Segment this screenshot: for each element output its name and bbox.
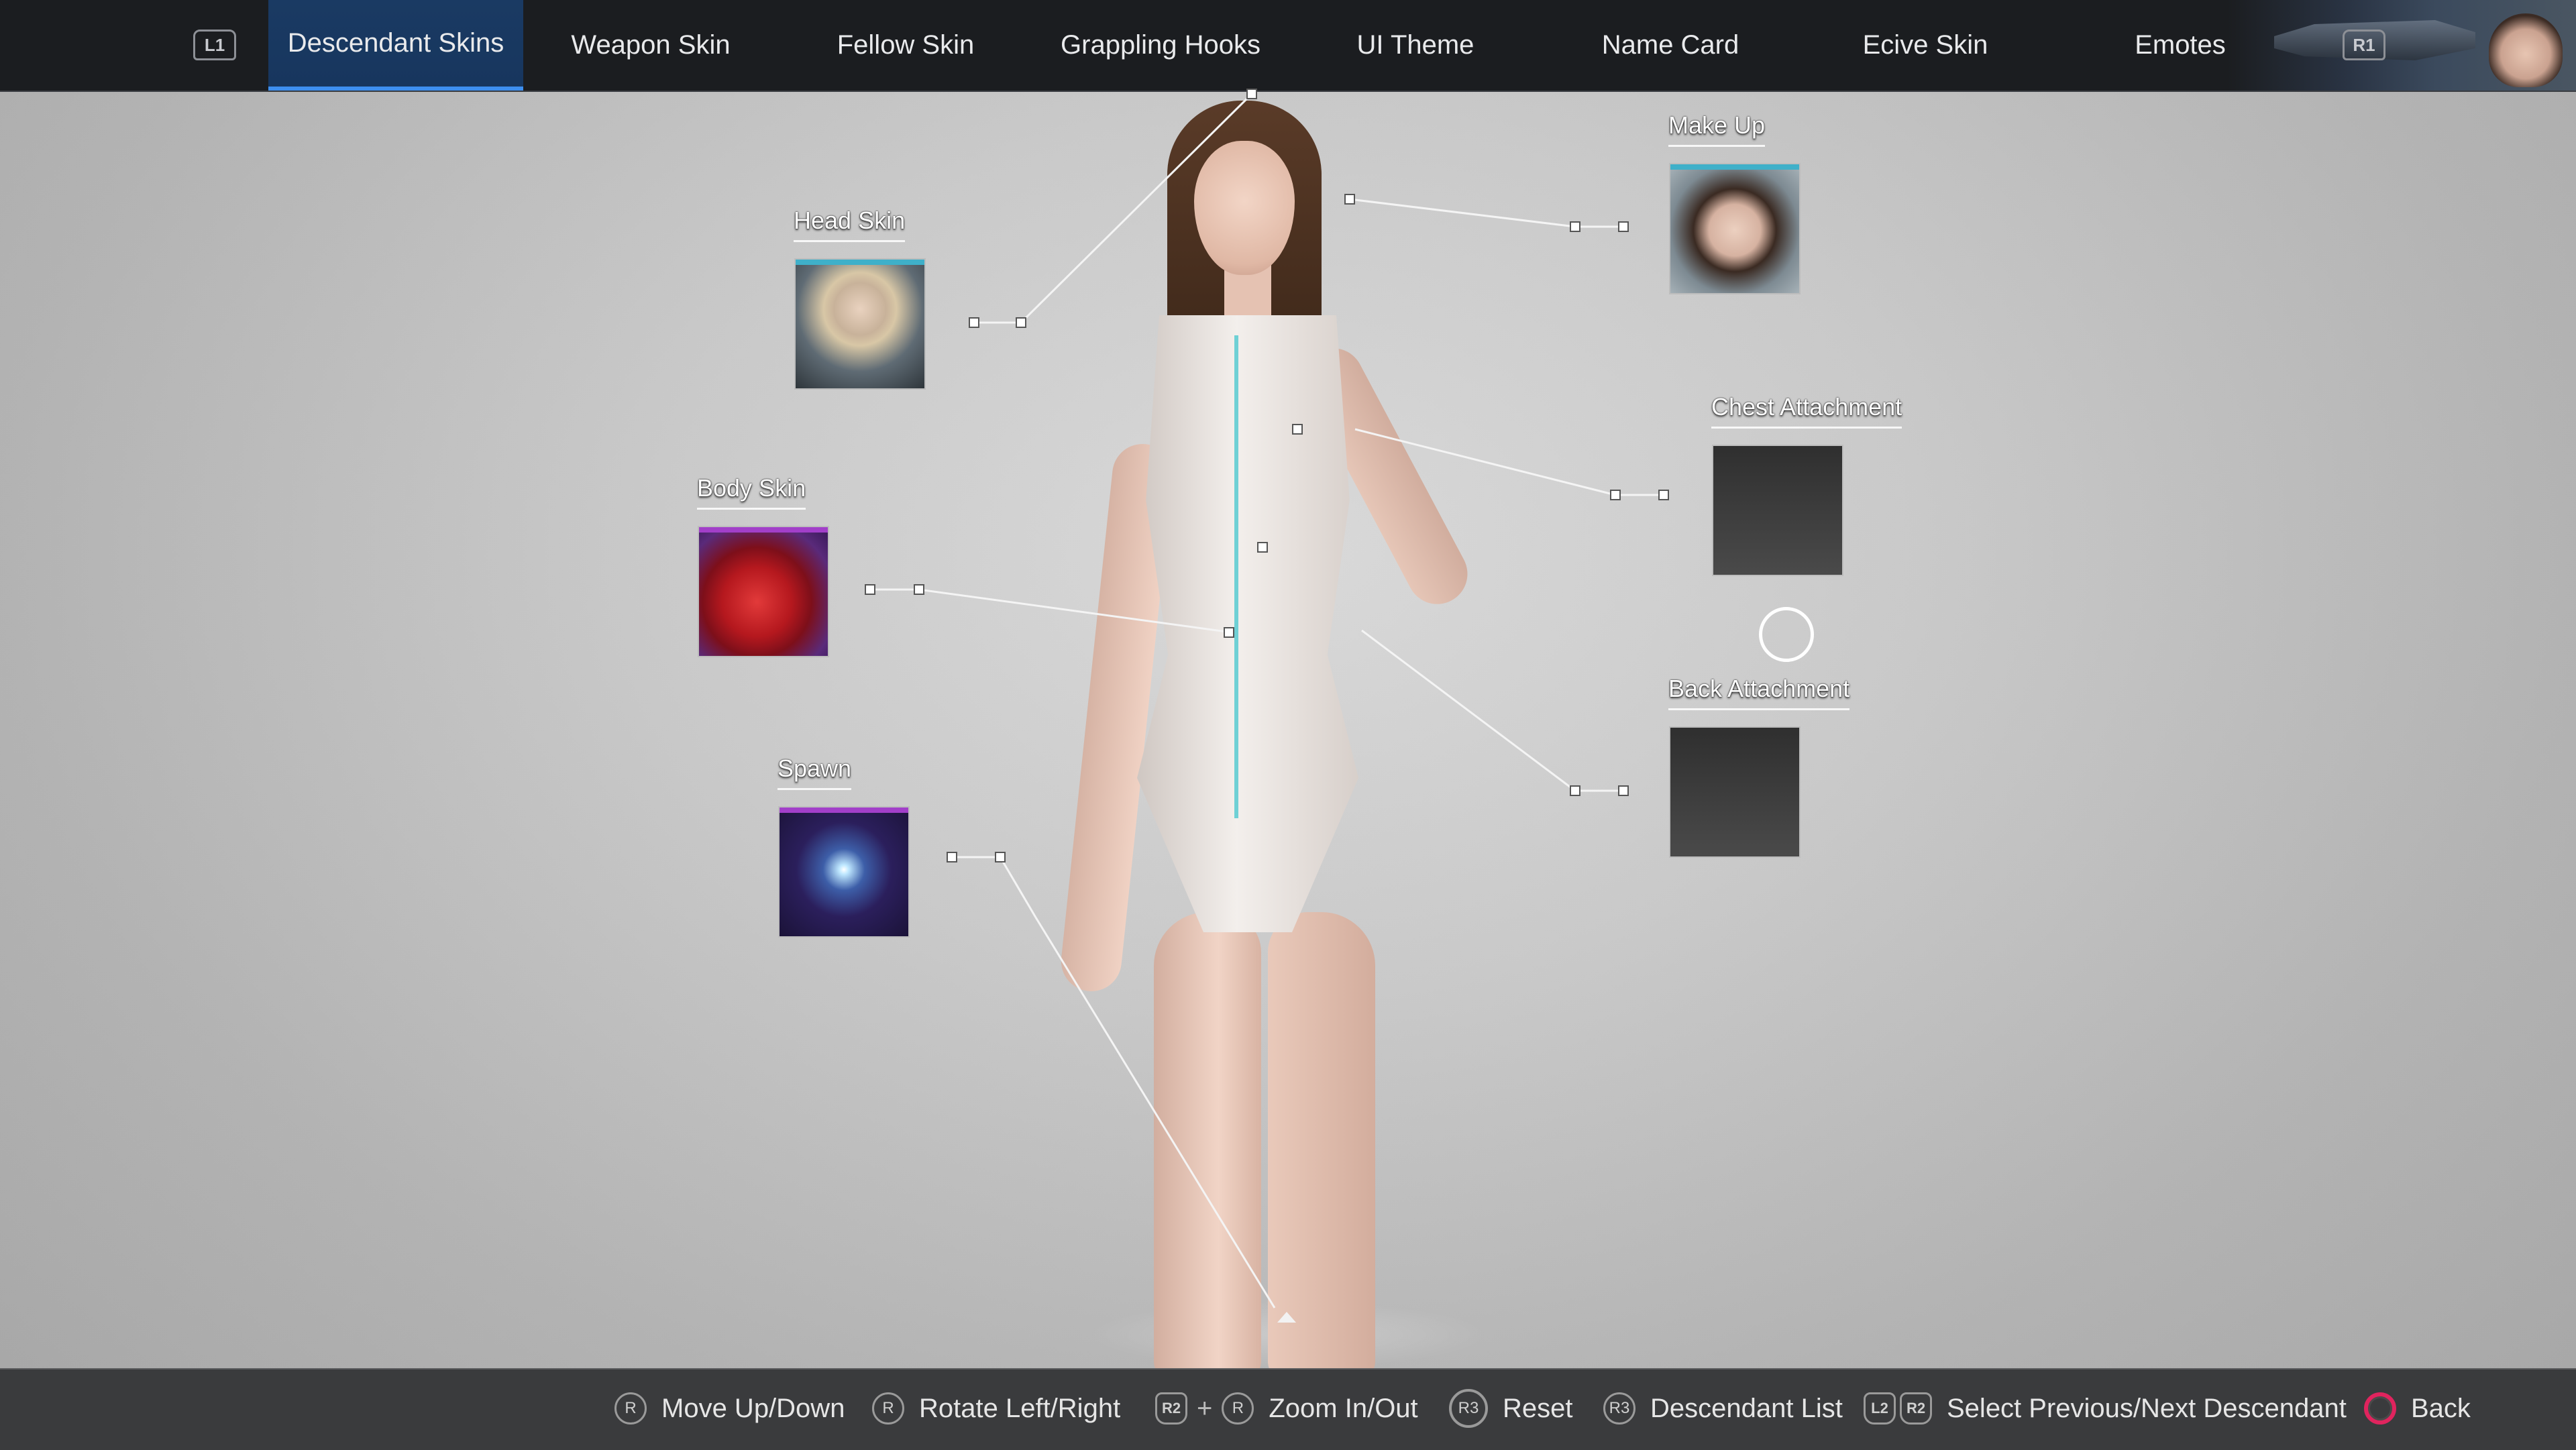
scroll-up-arrow-icon[interactable] xyxy=(1277,1312,1296,1323)
character-face xyxy=(1194,141,1295,275)
hint-label: Move Up/Down xyxy=(661,1393,845,1423)
tab-weapon-skin[interactable]: Weapon Skin xyxy=(523,0,778,91)
tab-grappling-hooks[interactable]: Grappling Hooks xyxy=(1033,0,1288,91)
tab-fellow-skin[interactable]: Fellow Skin xyxy=(778,0,1033,91)
make-up-thumbnail xyxy=(1670,170,1799,293)
top-nav-bar: L1 Descendant Skins Weapon Skin Fellow S… xyxy=(0,0,2576,92)
character-leg-right xyxy=(1268,912,1375,1382)
tab-descendant-skins[interactable]: Descendant Skins xyxy=(268,0,523,91)
make-up-slot[interactable] xyxy=(1669,163,1801,294)
spawn-thumbnail xyxy=(780,813,908,936)
suit-zipper-trim xyxy=(1234,335,1238,818)
right-stick-icon: R xyxy=(614,1392,647,1425)
plus-symbol: + xyxy=(1197,1393,1213,1423)
r3-button-icon: R3 xyxy=(1449,1389,1488,1428)
tab-name-card[interactable]: Name Card xyxy=(1543,0,1798,91)
hint-label: Rotate Left/Right xyxy=(919,1393,1121,1423)
tab-emotes[interactable]: Emotes xyxy=(2053,0,2308,91)
spawn-slot[interactable] xyxy=(778,806,910,938)
r2-trigger-icon: R2 xyxy=(1155,1392,1187,1425)
back-attachment-slot[interactable] xyxy=(1669,726,1801,858)
hint-descendant-list[interactable]: R3 Descendant List xyxy=(1603,1368,1843,1449)
body-skin-label: Body Skin xyxy=(697,474,806,510)
character-bodysuit xyxy=(1137,315,1358,932)
slot-accent xyxy=(780,807,908,813)
hint-rotate[interactable]: R Rotate Left/Right xyxy=(872,1368,1120,1449)
r1-button-icon[interactable]: R1 xyxy=(2343,30,2385,60)
spawn-label: Spawn xyxy=(777,755,852,790)
character-model[interactable] xyxy=(966,94,1610,1382)
hint-label: Back xyxy=(2411,1393,2471,1423)
hint-label: Zoom In/Out xyxy=(1269,1393,1418,1423)
hint-back[interactable]: Back xyxy=(2364,1368,2471,1449)
head-skin-slot[interactable] xyxy=(794,258,926,390)
r3-button-icon: R3 xyxy=(1603,1392,1635,1425)
hint-move-up-down[interactable]: R Move Up/Down xyxy=(614,1368,845,1449)
slot-accent xyxy=(1670,164,1799,170)
hint-label: Select Previous/Next Descendant xyxy=(1947,1393,2347,1423)
head-skin-thumbnail xyxy=(796,265,924,388)
descendant-portrait xyxy=(2489,13,2563,87)
body-skin-slot[interactable] xyxy=(698,526,829,657)
slot-accent xyxy=(796,260,924,265)
r2-trigger-icon: R2 xyxy=(1900,1392,1932,1425)
tab-ui-theme[interactable]: UI Theme xyxy=(1288,0,1543,91)
hint-zoom[interactable]: R2 + R Zoom In/Out xyxy=(1155,1368,1418,1449)
tab-ecive-skin[interactable]: Ecive Skin xyxy=(1798,0,2053,91)
l1-button-icon[interactable]: L1 xyxy=(193,30,236,60)
hint-reset[interactable]: R3 Reset xyxy=(1449,1368,1573,1449)
circle-button-icon xyxy=(2364,1392,2396,1425)
hint-select-descendant[interactable]: L2 R2 Select Previous/Next Descendant xyxy=(1864,1368,2347,1449)
right-stick-horizontal-icon: R xyxy=(872,1392,904,1425)
l2-trigger-icon: L2 xyxy=(1864,1392,1896,1425)
chest-attachment-label: Chest Attachment xyxy=(1711,393,1902,429)
hint-label: Reset xyxy=(1503,1393,1573,1423)
chest-attachment-slot[interactable] xyxy=(1712,445,1843,576)
selection-circle-indicator[interactable] xyxy=(1759,607,1814,662)
head-skin-label: Head Skin xyxy=(794,207,906,242)
character-leg-left xyxy=(1154,912,1261,1382)
make-up-label: Make Up xyxy=(1668,111,1766,147)
back-attachment-label: Back Attachment xyxy=(1668,675,1850,710)
body-skin-thumbnail xyxy=(699,533,828,656)
hint-label: Descendant List xyxy=(1650,1393,1843,1423)
slot-accent xyxy=(699,527,828,533)
right-stick-icon: R xyxy=(1222,1392,1254,1425)
